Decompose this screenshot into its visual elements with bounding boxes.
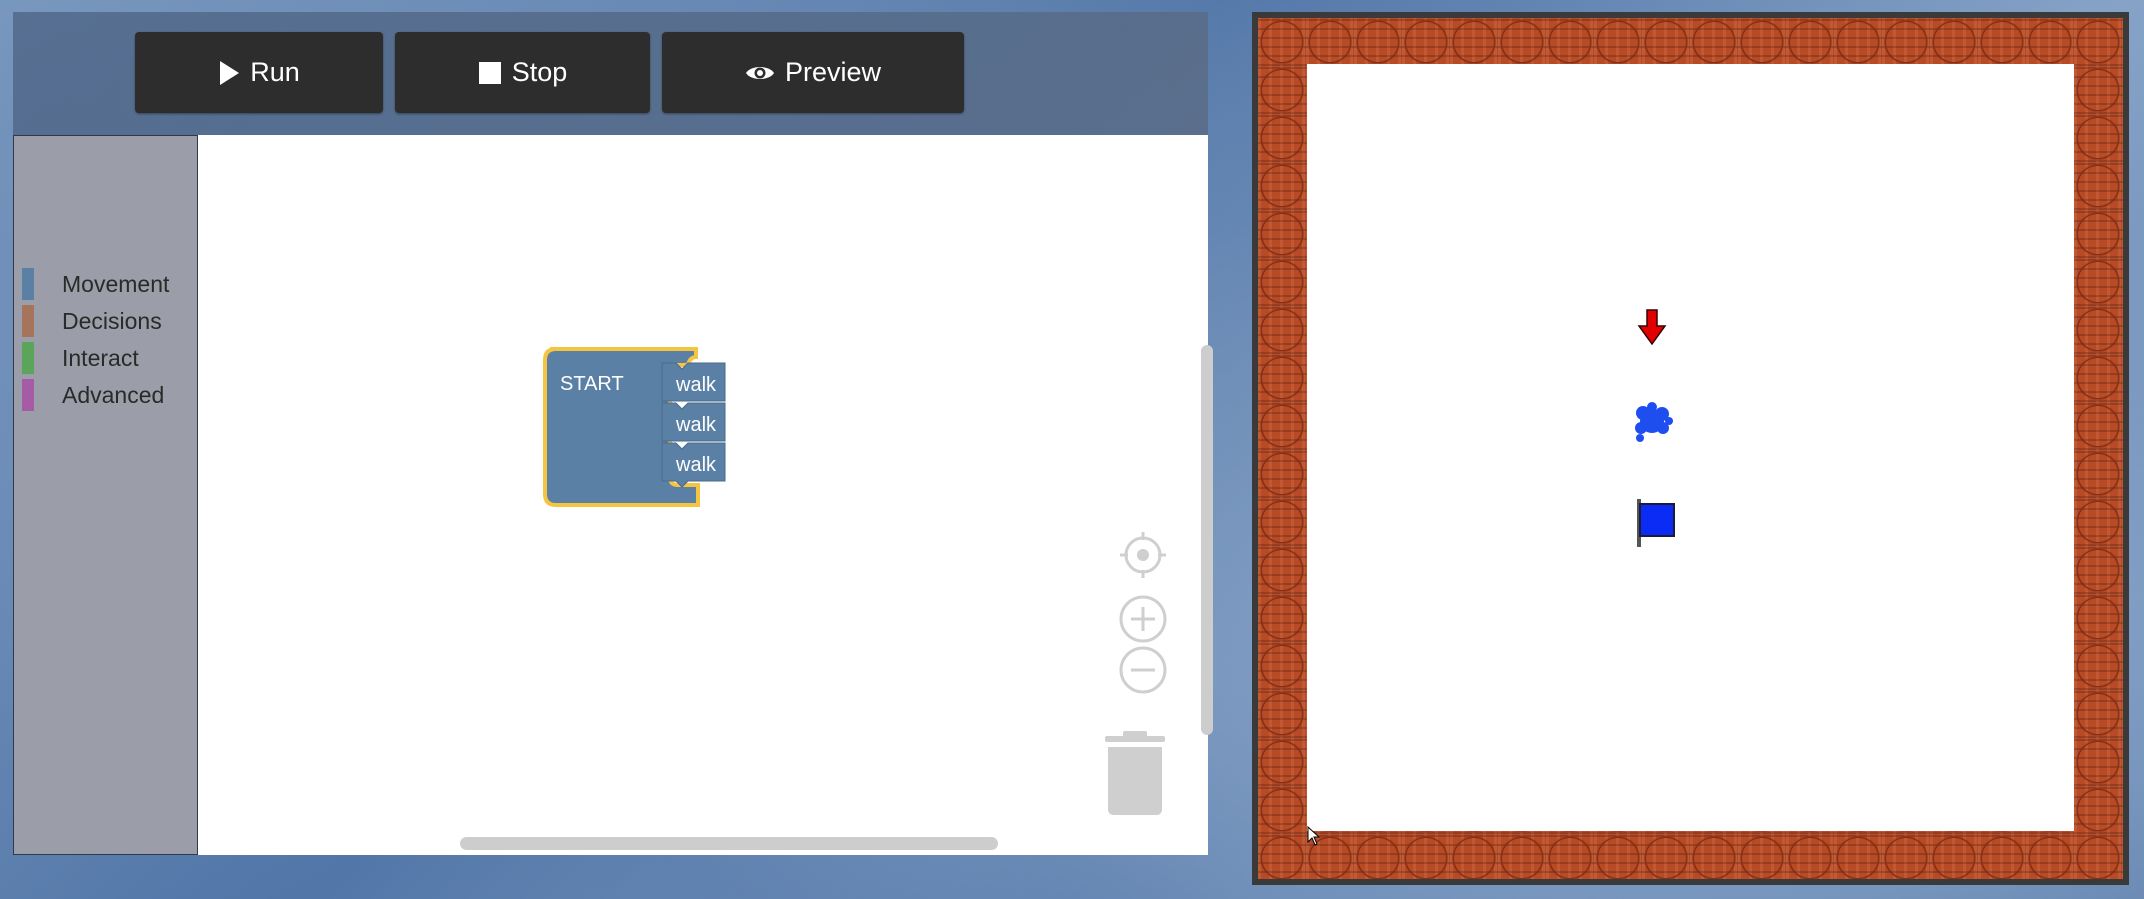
category-decisions[interactable]: Decisions xyxy=(22,305,162,337)
mouse-cursor-icon xyxy=(1307,826,1321,846)
walk-label: walk xyxy=(675,454,717,476)
game-canvas xyxy=(1635,309,1675,547)
trash-icon[interactable] xyxy=(1105,731,1165,815)
category-color xyxy=(22,305,34,337)
stop-icon xyxy=(478,61,501,84)
game-board xyxy=(1252,12,2129,885)
blue-splat-icon xyxy=(1635,402,1673,442)
horizontal-scrollbar[interactable] xyxy=(460,837,998,850)
walk-label: walk xyxy=(675,414,717,436)
toolbar: Run Stop Preview xyxy=(13,12,1208,135)
eye-icon xyxy=(745,66,774,79)
blue-flag-icon xyxy=(1637,499,1675,547)
category-color xyxy=(22,379,34,411)
walk-label: walk xyxy=(675,374,717,396)
category-label: Decisions xyxy=(62,307,162,334)
preview-label: Preview xyxy=(784,57,882,87)
walk-block[interactable]: walk xyxy=(661,362,726,402)
walk-block[interactable]: walk xyxy=(661,442,726,488)
zoom-out-icon[interactable] xyxy=(1119,646,1167,694)
category-advanced[interactable]: Advanced xyxy=(22,379,164,411)
category-label: Interact xyxy=(62,344,139,371)
walk-block[interactable]: walk xyxy=(661,402,726,442)
run-label: Run xyxy=(250,57,300,87)
workspace-canvas: START walk walk walk xyxy=(543,347,1167,815)
start-label: START xyxy=(560,373,624,395)
stop-label: Stop xyxy=(511,57,568,87)
code-editor: Run Stop Preview Movement Decisions Inte… xyxy=(13,12,1213,855)
preview-button[interactable]: Preview xyxy=(662,32,964,113)
run-button[interactable]: Run xyxy=(135,32,383,113)
stop-button[interactable]: Stop xyxy=(395,32,650,113)
category-label: Movement xyxy=(62,270,170,297)
toolbox: Movement Decisions Interact Advanced xyxy=(13,135,198,855)
category-label: Advanced xyxy=(62,381,165,408)
game-floor xyxy=(1307,64,2074,831)
category-color xyxy=(22,268,34,300)
play-icon xyxy=(220,60,240,85)
category-interact[interactable]: Interact xyxy=(22,342,139,374)
recenter-icon[interactable] xyxy=(1120,532,1166,578)
category-color xyxy=(22,342,34,374)
vertical-scrollbar[interactable] xyxy=(1201,345,1213,735)
category-movement[interactable]: Movement xyxy=(22,268,169,300)
block-workspace[interactable]: START walk walk walk xyxy=(198,135,1213,855)
red-arrow-down-icon xyxy=(1637,309,1667,346)
zoom-in-icon[interactable] xyxy=(1119,595,1167,643)
